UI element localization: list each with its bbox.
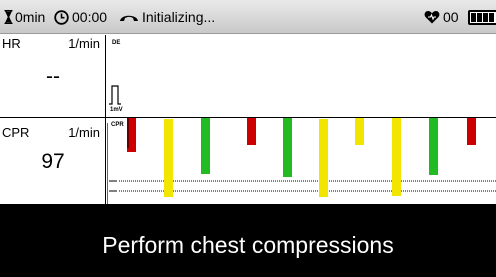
hr-unit: 1/min (68, 36, 100, 51)
cpr-value: 97 (41, 150, 65, 173)
connection-indicator: Initializing... (118, 0, 215, 34)
cpr-compression-marker (355, 118, 364, 145)
cpr-chart (107, 118, 496, 204)
heart-count: 00 (443, 9, 459, 25)
status-bar: 0min 00:00 Initializing... 00 (0, 0, 496, 34)
prompt-banner: Perform chest compressions (0, 204, 496, 277)
elapsed-time-indicator: 0min (4, 0, 45, 34)
cpr-compression-marker (429, 118, 438, 175)
clock-icon (54, 9, 69, 25)
cpr-panel: CPR 1/min 97 (0, 118, 106, 204)
calibration-pulse (109, 85, 121, 105)
heart-icon (424, 11, 440, 24)
cpr-unit: 1/min (68, 125, 100, 140)
cpr-waveform: CPR (107, 118, 496, 204)
elapsed-time: 0min (15, 9, 46, 25)
cpr-compression-marker (392, 118, 401, 196)
heart-indicator: 00 (424, 0, 459, 34)
hr-panel: HR 1/min -- (0, 35, 106, 117)
cpr-compression-marker (467, 118, 476, 145)
handset-icon (120, 15, 138, 21)
cpr-label: CPR (2, 125, 30, 140)
clock-time: 00:00 (72, 9, 108, 25)
cpr-compression-marker (283, 118, 292, 177)
connection-status: Initializing... (142, 9, 216, 25)
cpr-compression-marker (201, 118, 210, 174)
hr-label: HR (2, 36, 21, 51)
cpr-compression-marker (319, 119, 328, 197)
hr-waveform: DE 1mV (107, 35, 496, 117)
hr-value: -- (46, 65, 60, 88)
prompt-message: Perform chest compressions (102, 232, 394, 258)
calibration-label: 1mV (110, 107, 123, 113)
clock-indicator: 00:00 (54, 0, 107, 34)
cpr-compression-marker (164, 119, 173, 197)
cpr-compression-marker (247, 118, 256, 145)
hourglass-icon (4, 10, 13, 24)
battery-icon (468, 10, 496, 25)
